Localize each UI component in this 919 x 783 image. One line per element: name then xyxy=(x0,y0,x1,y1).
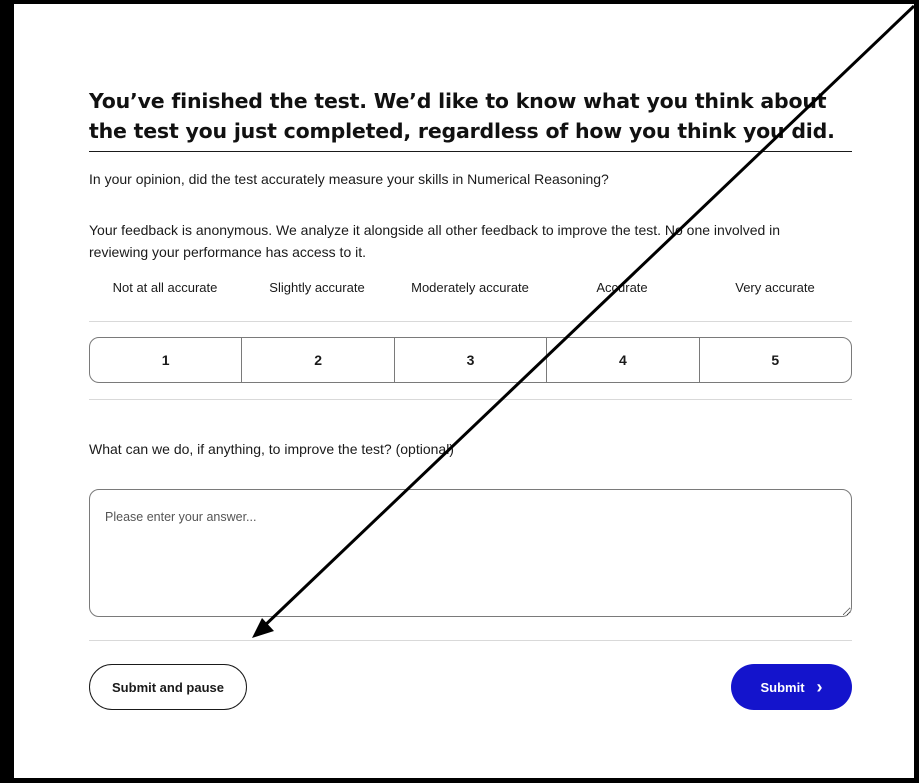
scale-label-3: Moderately accurate xyxy=(411,280,529,295)
survey-question: In your opinion, did the test accurately… xyxy=(89,171,609,187)
rating-top-divider xyxy=(89,321,852,322)
scale-label-5: Very accurate xyxy=(735,280,815,295)
submit-and-pause-label: Submit and pause xyxy=(112,679,224,695)
improve-question: What can we do, if anything, to improve … xyxy=(89,441,454,457)
scale-label-2: Slightly accurate xyxy=(269,280,365,295)
page-title: You’ve finished the test. We’d like to k… xyxy=(89,89,835,143)
rating-option-1[interactable]: 1 xyxy=(90,338,243,382)
submit-and-pause-button[interactable]: Submit and pause xyxy=(89,664,247,710)
submit-label: Submit xyxy=(760,679,805,695)
submit-button[interactable]: Submit › xyxy=(731,664,852,710)
rating-option-3[interactable]: 3 xyxy=(395,338,548,382)
rating-scale: 1 2 3 4 5 xyxy=(89,337,852,383)
actions-divider xyxy=(89,640,852,641)
scale-label-1: Not at all accurate xyxy=(112,280,218,295)
frame-right-edge xyxy=(914,0,919,783)
rating-bottom-divider xyxy=(89,399,852,400)
chevron-right-icon: › xyxy=(816,677,823,697)
anonymity-notice: Your feedback is anonymous. We analyze i… xyxy=(89,222,781,260)
rating-option-4[interactable]: 4 xyxy=(547,338,700,382)
scale-label-4: Accurate xyxy=(596,280,648,295)
title-divider xyxy=(89,151,852,152)
rating-option-2[interactable]: 2 xyxy=(242,338,395,382)
rating-option-5[interactable]: 5 xyxy=(700,338,851,382)
frame-bottom-edge xyxy=(0,778,919,783)
answer-textarea[interactable] xyxy=(89,489,852,617)
